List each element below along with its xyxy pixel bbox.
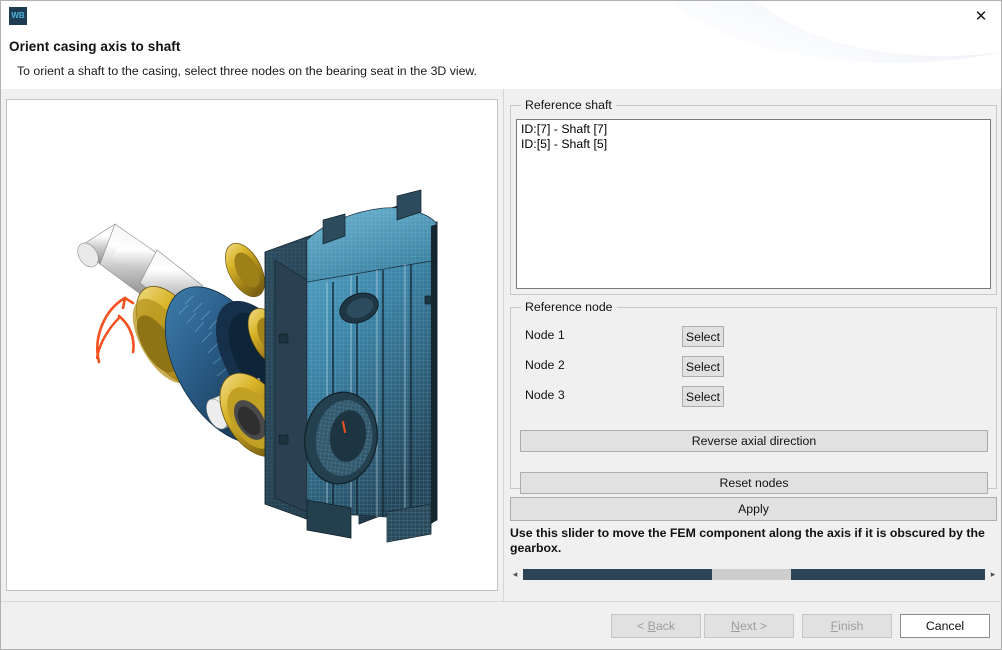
axis-rotation-arrow-2 bbox=[95, 316, 121, 360]
reference-node-group: Reference node Node 1 Select Node 2 Sele… bbox=[510, 300, 997, 494]
back-button[interactable]: < Back bbox=[611, 614, 701, 638]
settings-panel: Reference shaft ID:[7] - Shaft [7] ID:[5… bbox=[503, 89, 1001, 601]
node-3-label: Node 3 bbox=[525, 388, 565, 402]
reference-shaft-list[interactable]: ID:[7] - Shaft [7] ID:[5] - Shaft [5] bbox=[516, 119, 991, 289]
wizard-window: WB ✕ Orient casing axis to shaft To orie… bbox=[0, 0, 1002, 650]
apply-button[interactable]: Apply bbox=[510, 497, 997, 521]
node-2-label: Node 2 bbox=[525, 358, 565, 372]
node-1-row: Node 1 Select bbox=[511, 326, 996, 348]
node-2-row: Node 2 Select bbox=[511, 356, 996, 378]
cancel-button[interactable]: Cancel bbox=[900, 614, 990, 638]
axis-rotation-arrow bbox=[96, 296, 135, 364]
slider-track[interactable] bbox=[523, 569, 985, 580]
close-glyph: ✕ bbox=[974, 8, 988, 25]
dialog-footer: < Back Next > Finish Cancel bbox=[1, 601, 1001, 649]
reset-nodes-button[interactable]: Reset nodes bbox=[520, 472, 988, 494]
reference-shaft-group-title: Reference shaft bbox=[521, 98, 616, 112]
slider-thumb[interactable] bbox=[712, 569, 791, 580]
reference-shaft-group: Reference shaft ID:[7] - Shaft [7] ID:[5… bbox=[510, 98, 997, 295]
node-2-select-button[interactable]: Select bbox=[682, 356, 724, 377]
reference-node-group-title: Reference node bbox=[521, 300, 617, 314]
app-logo-icon: WB bbox=[9, 7, 27, 25]
3d-model-view[interactable] bbox=[6, 99, 498, 591]
dialog-header: WB ✕ Orient casing axis to shaft To orie… bbox=[1, 1, 1001, 90]
reverse-axial-direction-button[interactable]: Reverse axial direction bbox=[520, 430, 988, 452]
slider-right-arrow-icon[interactable]: ▸ bbox=[985, 566, 1001, 583]
dialog-body: Reference shaft ID:[7] - Shaft [7] ID:[5… bbox=[1, 89, 1001, 601]
page-title: Orient casing axis to shaft bbox=[9, 39, 181, 54]
node-1-label: Node 1 bbox=[525, 328, 565, 342]
header-decoration-swoosh bbox=[653, 1, 1001, 63]
close-icon[interactable]: ✕ bbox=[959, 1, 1001, 31]
finish-button[interactable]: Finish bbox=[802, 614, 892, 638]
bearing-upper bbox=[225, 242, 265, 298]
page-subtitle: To orient a shaft to the casing, select … bbox=[17, 64, 478, 78]
fem-position-slider[interactable]: ◂ ▸ bbox=[507, 566, 1001, 583]
node-3-row: Node 3 Select bbox=[511, 386, 996, 408]
casing-geometry bbox=[264, 189, 438, 543]
slider-hint-text: Use this slider to move the FEM componen… bbox=[510, 526, 985, 555]
slider-left-arrow-icon[interactable]: ◂ bbox=[507, 566, 523, 583]
app-logo-text: WB bbox=[11, 11, 25, 20]
gearbox-model-graphic bbox=[77, 189, 438, 543]
list-item[interactable]: ID:[7] - Shaft [7] bbox=[519, 122, 990, 137]
node-3-select-button[interactable]: Select bbox=[682, 386, 724, 407]
node-1-select-button[interactable]: Select bbox=[682, 326, 724, 347]
list-item[interactable]: ID:[5] - Shaft [5] bbox=[519, 137, 990, 152]
next-button[interactable]: Next > bbox=[704, 614, 794, 638]
